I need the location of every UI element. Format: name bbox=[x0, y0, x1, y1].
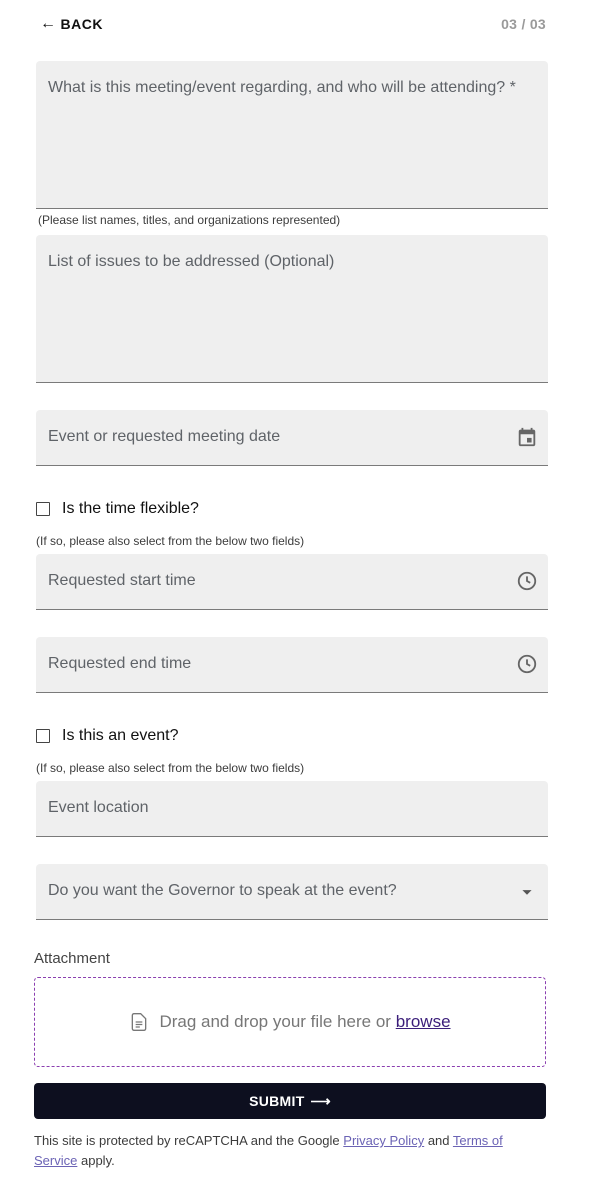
recaptcha-and: and bbox=[427, 1133, 450, 1148]
recaptcha-suffix: apply. bbox=[80, 1153, 115, 1168]
clock-icon[interactable] bbox=[516, 570, 538, 592]
privacy-policy-link[interactable]: Privacy Policy bbox=[343, 1133, 424, 1148]
regarding-helper-text: (Please list names, titles, and organiza… bbox=[38, 213, 341, 227]
event-date-placeholder: Event or requested meeting date bbox=[48, 428, 281, 445]
issues-textarea[interactable]: List of issues to be addressed (Optional… bbox=[36, 235, 548, 383]
is-event-box[interactable] bbox=[36, 729, 50, 743]
start-time-placeholder: Requested start time bbox=[48, 572, 196, 589]
time-flexible-label: Is the time flexible? bbox=[62, 500, 199, 517]
back-button[interactable]: ← BACK bbox=[40, 14, 103, 34]
governor-speak-placeholder: Do you want the Governor to speak at the… bbox=[48, 882, 397, 899]
dropdown-arrow-icon[interactable] bbox=[516, 881, 538, 903]
is-event-label: Is this an event? bbox=[62, 727, 179, 744]
arrow-right-icon: ⟶ bbox=[310, 1092, 331, 1109]
step-indicator: 03 / 03 bbox=[501, 16, 546, 32]
submit-label: SUBMIT bbox=[249, 1093, 305, 1109]
time-flexible-checkbox[interactable]: Is the time flexible? bbox=[36, 500, 199, 518]
clock-icon[interactable] bbox=[516, 653, 538, 675]
document-icon bbox=[132, 1013, 147, 1031]
event-location-input[interactable]: Event location bbox=[36, 781, 548, 837]
dropzone-text: Drag and drop your file here or bbox=[159, 1012, 391, 1031]
end-time-input[interactable]: Requested end time bbox=[36, 637, 548, 693]
regarding-textarea[interactable]: What is this meeting/event regarding, an… bbox=[36, 61, 548, 209]
recaptcha-prefix: This site is protected by reCAPTCHA and … bbox=[34, 1133, 340, 1148]
file-dropzone[interactable]: Drag and drop your file here or browse bbox=[34, 977, 546, 1067]
event-date-input[interactable]: Event or requested meeting date bbox=[36, 410, 548, 466]
calendar-icon[interactable] bbox=[516, 426, 538, 448]
back-arrow-icon: ← bbox=[40, 15, 57, 32]
browse-link[interactable]: browse bbox=[396, 1012, 451, 1031]
submit-button[interactable]: SUBMIT ⟶ bbox=[34, 1083, 546, 1119]
start-time-input[interactable]: Requested start time bbox=[36, 554, 548, 610]
is-event-checkbox[interactable]: Is this an event? bbox=[36, 727, 179, 745]
regarding-placeholder: What is this meeting/event regarding, an… bbox=[48, 79, 516, 96]
end-time-placeholder: Requested end time bbox=[48, 655, 192, 672]
event-location-placeholder: Event location bbox=[48, 799, 149, 816]
issues-placeholder: List of issues to be addressed (Optional… bbox=[48, 253, 335, 270]
attachment-label: Attachment bbox=[34, 950, 110, 967]
time-flexible-box[interactable] bbox=[36, 502, 50, 516]
back-label: BACK bbox=[60, 16, 103, 32]
governor-speak-select[interactable]: Do you want the Governor to speak at the… bbox=[36, 864, 548, 920]
recaptcha-notice: This site is protected by reCAPTCHA and … bbox=[34, 1131, 534, 1171]
is-event-helper-text: (If so, please also select from the belo… bbox=[36, 761, 305, 775]
time-flexible-helper-text: (If so, please also select from the belo… bbox=[36, 534, 305, 548]
